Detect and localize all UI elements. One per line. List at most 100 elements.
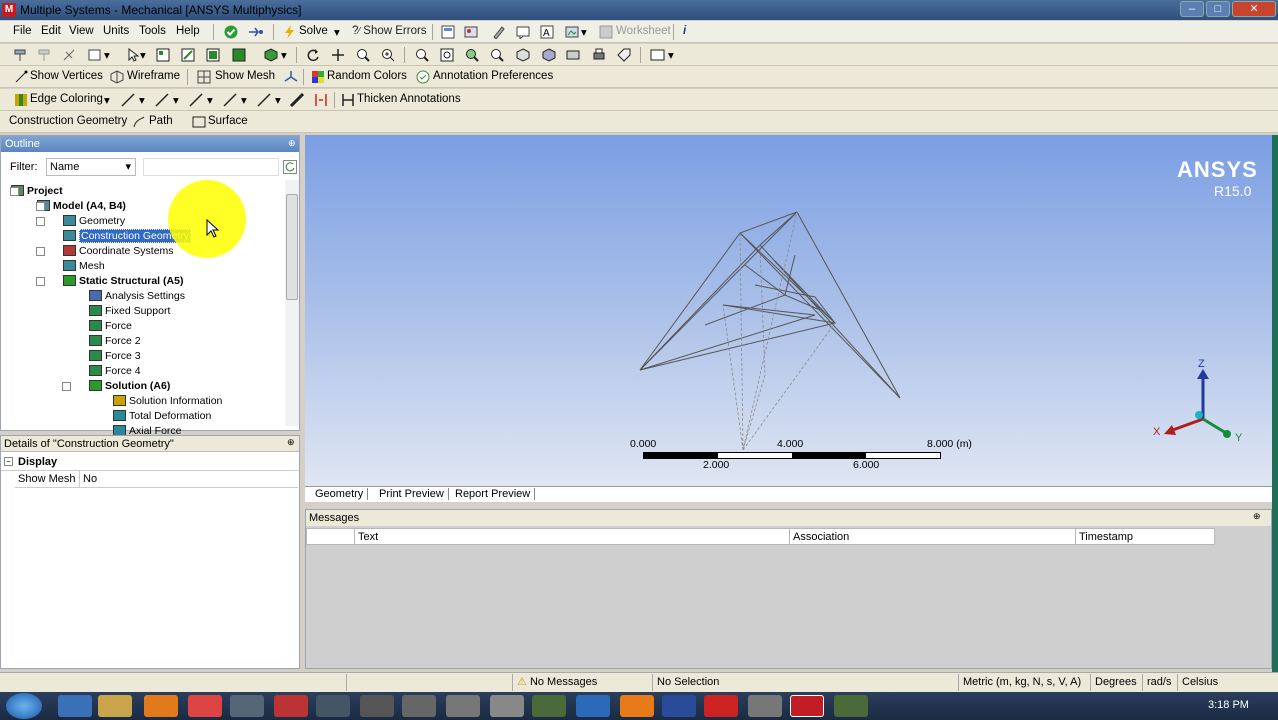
previous-view-icon[interactable] bbox=[465, 48, 479, 62]
text-annotation-icon[interactable]: A bbox=[540, 25, 554, 39]
edge-style-4-icon[interactable] bbox=[223, 93, 239, 107]
check-icon[interactable] bbox=[224, 25, 238, 39]
zoom-to-fit-icon[interactable] bbox=[415, 48, 429, 62]
worksheet-button[interactable]: Worksheet bbox=[616, 25, 671, 37]
report-icon[interactable] bbox=[441, 25, 455, 39]
face-select-icon[interactable] bbox=[206, 48, 220, 62]
status-rate[interactable]: rad/s bbox=[1142, 674, 1177, 691]
tree-expander-icon[interactable] bbox=[62, 382, 71, 391]
comment-icon[interactable] bbox=[516, 25, 530, 39]
edge-style-3-dropdown-icon[interactable]: ▾ bbox=[207, 93, 213, 107]
menu-edit[interactable]: Edit bbox=[41, 25, 61, 37]
solve-button[interactable]: Solve bbox=[299, 25, 328, 37]
start-button[interactable] bbox=[6, 693, 42, 719]
select-mode-dropdown-icon[interactable]: ▾ bbox=[104, 48, 110, 62]
messages-col-association[interactable]: Association bbox=[789, 528, 1076, 545]
tree-node[interactable]: Force bbox=[89, 319, 132, 334]
outline-scrollbar[interactable] bbox=[285, 180, 299, 426]
edge-coloring-button[interactable]: Edge Coloring bbox=[30, 93, 103, 105]
zoom-icon[interactable] bbox=[356, 48, 370, 62]
tree-expander-icon[interactable] bbox=[36, 217, 45, 226]
annotation-width-icon[interactable] bbox=[314, 93, 328, 107]
menu-help[interactable]: Help bbox=[176, 25, 200, 37]
box-zoom-icon[interactable] bbox=[381, 48, 395, 62]
taskbar-workbench2-icon[interactable] bbox=[834, 695, 868, 717]
edge-style-4-dropdown-icon[interactable]: ▾ bbox=[241, 93, 247, 107]
messages-pin-icon[interactable]: ⊕ bbox=[1253, 511, 1261, 522]
graph-icon[interactable] bbox=[248, 25, 264, 39]
path-button[interactable]: Path bbox=[149, 115, 173, 127]
edge-style-5-dropdown-icon[interactable]: ▾ bbox=[275, 93, 281, 107]
status-units[interactable]: Metric (m, kg, N, s, V, A) bbox=[958, 674, 1090, 691]
magnifier-window-icon[interactable] bbox=[440, 48, 454, 62]
tree-node[interactable]: Solution Information bbox=[113, 394, 222, 409]
menu-units[interactable]: Units bbox=[103, 25, 129, 37]
edge-select-icon[interactable] bbox=[181, 48, 195, 62]
worksheet-icon[interactable] bbox=[599, 25, 613, 39]
taskbar-word-icon[interactable] bbox=[662, 695, 696, 717]
info-icon[interactable]: i bbox=[683, 25, 686, 37]
taskbar-tool-icon[interactable] bbox=[274, 695, 308, 717]
taskbar-window-icon[interactable] bbox=[402, 695, 436, 717]
pointer-icon[interactable] bbox=[126, 48, 140, 62]
pin-panel-icon[interactable]: ⊕ bbox=[288, 138, 296, 149]
vertex-select-icon[interactable] bbox=[156, 48, 170, 62]
tower-wireframe[interactable] bbox=[635, 205, 905, 455]
wireframe-button[interactable]: Wireframe bbox=[127, 70, 180, 82]
details-row-value[interactable]: No bbox=[83, 473, 97, 485]
tab-print-preview[interactable]: Print Preview bbox=[379, 488, 449, 500]
close-button[interactable]: ✕ bbox=[1232, 1, 1276, 17]
viewport-layout-icon[interactable] bbox=[650, 48, 666, 62]
annotation-preferences-button[interactable]: Annotation Preferences bbox=[433, 70, 553, 82]
show-mesh-button[interactable]: Show Mesh bbox=[215, 70, 275, 82]
filter-select[interactable]: Name ▾ bbox=[46, 158, 136, 176]
tree-expander-icon[interactable] bbox=[36, 277, 45, 286]
details-pin-icon[interactable]: ⊕ bbox=[287, 437, 295, 448]
random-colors-button[interactable]: Random Colors bbox=[327, 70, 407, 82]
tree-expander-icon[interactable] bbox=[36, 202, 45, 211]
tree-node[interactable]: Mesh bbox=[63, 259, 105, 274]
tree-node[interactable]: Coordinate Systems bbox=[63, 244, 174, 259]
taskbar-media-icon[interactable] bbox=[144, 695, 178, 717]
extend-icon[interactable] bbox=[264, 48, 278, 62]
rotate-icon[interactable] bbox=[306, 48, 320, 62]
taskbar-ie-icon[interactable] bbox=[58, 695, 92, 717]
minimize-button[interactable]: – bbox=[1180, 1, 1204, 17]
print-icon[interactable] bbox=[592, 48, 606, 62]
pin-gray-icon[interactable] bbox=[37, 48, 51, 62]
pointer-dropdown-icon[interactable]: ▾ bbox=[140, 48, 146, 62]
tab-geometry[interactable]: Geometry bbox=[311, 488, 369, 500]
pan-icon[interactable] bbox=[331, 48, 345, 62]
edge-coloring-dropdown-icon[interactable]: ▾ bbox=[104, 93, 110, 107]
taskbar-chrome-icon[interactable] bbox=[188, 695, 222, 717]
status-angle[interactable]: Degrees bbox=[1090, 674, 1142, 691]
taskbar-browser-icon[interactable] bbox=[576, 695, 610, 717]
taskbar-calculator-icon[interactable] bbox=[748, 695, 782, 717]
view-options-icon[interactable] bbox=[566, 48, 580, 62]
tree-node[interactable]: Geometry bbox=[63, 214, 125, 229]
next-view-icon[interactable] bbox=[490, 48, 504, 62]
messages-col-timestamp[interactable]: Timestamp bbox=[1075, 528, 1215, 545]
tree-node[interactable]: Force 4 bbox=[89, 364, 141, 379]
solve-dropdown-icon[interactable]: ▾ bbox=[334, 25, 340, 39]
details-group-row[interactable]: − Display bbox=[1, 454, 299, 471]
filter-text-input[interactable] bbox=[143, 158, 279, 176]
viewport-layout-dropdown-icon[interactable]: ▾ bbox=[668, 48, 674, 62]
status-messages[interactable]: ⚠ No Messages bbox=[512, 674, 652, 691]
menu-tools[interactable]: Tools bbox=[139, 25, 166, 37]
clock[interactable]: 3:18 PM bbox=[1208, 699, 1249, 711]
tree-node[interactable]: Total Deformation bbox=[113, 409, 211, 424]
image-icon[interactable] bbox=[464, 25, 478, 39]
triad-icon[interactable] bbox=[284, 70, 298, 84]
taskbar-network-icon[interactable] bbox=[316, 695, 350, 717]
refresh-icon[interactable] bbox=[283, 160, 297, 174]
taskbar-vlc-icon[interactable] bbox=[620, 695, 654, 717]
measure-icon[interactable] bbox=[62, 48, 76, 62]
body-select-icon[interactable] bbox=[232, 48, 246, 62]
show-errors-button[interactable]: ?⁄ Show Errors bbox=[352, 25, 427, 37]
tag-icon[interactable] bbox=[617, 48, 631, 62]
menu-file[interactable]: File bbox=[13, 25, 32, 37]
status-temperature[interactable]: Celsius bbox=[1177, 674, 1278, 691]
tree-expander-icon[interactable] bbox=[36, 247, 45, 256]
taskbar-pdf-icon[interactable] bbox=[704, 695, 738, 717]
